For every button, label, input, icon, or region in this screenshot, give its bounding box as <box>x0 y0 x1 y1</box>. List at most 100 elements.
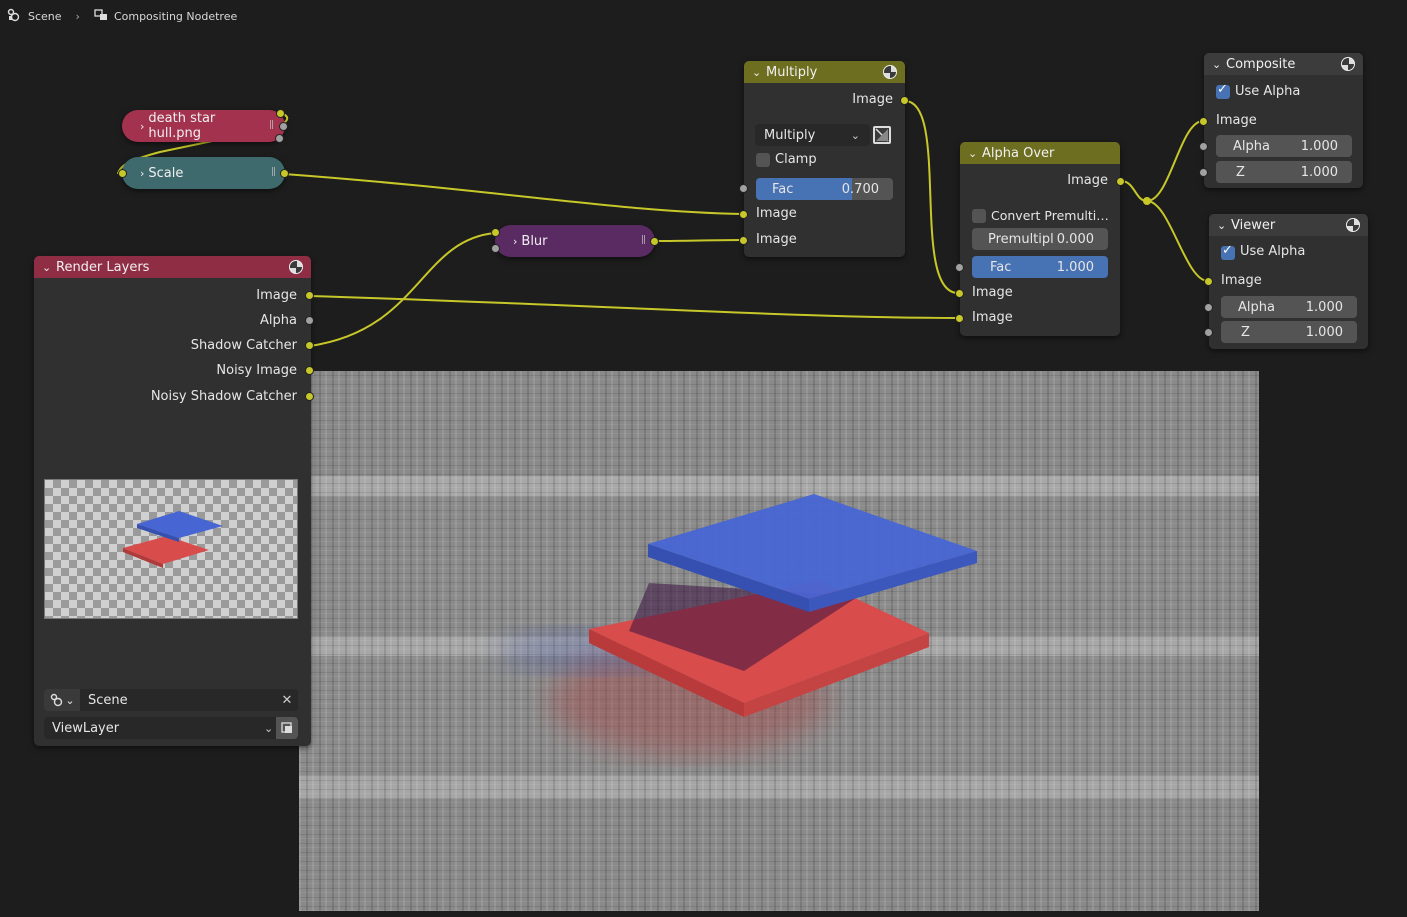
composite-z-socket[interactable] <box>1199 168 1208 177</box>
scale-output-socket[interactable] <box>280 169 289 178</box>
scene-icon[interactable]: ⌄ <box>44 689 80 711</box>
blur-image-input-socket[interactable] <box>491 228 500 237</box>
multiply-title: Multiply <box>766 64 818 80</box>
composite-alpha-field[interactable]: Alpha 1.000 <box>1216 135 1352 157</box>
image-node[interactable]: › death star hull.png || <box>122 110 285 142</box>
composite-alpha-value: 1.000 <box>1300 138 1338 154</box>
viewer-header[interactable]: ⌄ Viewer <box>1209 214 1368 236</box>
view-layer-selector[interactable]: ViewLayer ⌄ <box>44 717 298 739</box>
preview-icon[interactable] <box>1341 57 1355 71</box>
blur-node[interactable]: › Blur || <box>495 225 655 257</box>
chevron-right-icon[interactable]: › <box>513 235 517 248</box>
blur-size-input-socket[interactable] <box>491 244 500 253</box>
scene-name[interactable]: Scene <box>80 693 276 708</box>
viewer-title: Viewer <box>1231 217 1276 233</box>
multiply-output-socket[interactable] <box>900 96 909 105</box>
composite-use-alpha-checkbox[interactable] <box>1216 82 1230 99</box>
viewer-use-alpha-checkbox[interactable] <box>1221 243 1235 260</box>
chevron-down-icon[interactable]: ⌄ <box>42 261 56 274</box>
chevron-down-icon[interactable]: ⌄ <box>1212 58 1226 71</box>
preview-icon[interactable] <box>289 260 303 274</box>
chevron-right-icon[interactable]: › <box>140 167 144 180</box>
multiply-header[interactable]: ⌄ Multiply <box>744 61 905 83</box>
scene-icon <box>6 8 22 25</box>
scale-node[interactable]: › Scale || <box>122 157 285 189</box>
viewer-alpha-socket[interactable] <box>1204 303 1213 312</box>
composite-image-socket[interactable] <box>1199 117 1208 126</box>
composite-node[interactable]: ⌄ Composite Use Alpha Image Alpha 1.000 … <box>1204 53 1363 188</box>
composite-alpha-socket[interactable] <box>1199 142 1208 151</box>
convert-premul-checkbox[interactable] <box>972 209 986 223</box>
chevron-right-icon[interactable]: › <box>140 120 144 133</box>
viewer-alpha-value: 1.000 <box>1305 299 1343 315</box>
premul-label: Premultipl <box>988 231 1054 247</box>
grip-icon: || <box>268 120 274 130</box>
alpha-over-input1-socket[interactable] <box>955 289 964 298</box>
rl-shadow-catcher-socket[interactable] <box>305 341 314 350</box>
multiply-fac-socket[interactable] <box>739 184 748 193</box>
composite-alpha-label: Alpha <box>1233 138 1270 154</box>
rl-alpha-socket[interactable] <box>305 316 314 325</box>
blur-output-socket[interactable] <box>650 237 659 246</box>
grip-icon: || <box>270 167 276 177</box>
blend-mode-dropdown[interactable]: Multiply ⌄ <box>755 124 870 146</box>
alpha-over-fac-socket[interactable] <box>955 263 964 272</box>
fac-slider[interactable]: Fac 0.700 <box>756 178 893 200</box>
backdrop-image <box>299 371 1259 911</box>
extra-output-socket[interactable] <box>275 134 284 143</box>
close-icon[interactable]: ✕ <box>276 693 298 708</box>
breadcrumb-scene[interactable]: Scene <box>28 10 62 23</box>
convert-premul-label: Convert Premulti… <box>991 208 1109 223</box>
premul-field[interactable]: Premultipl 0.000 <box>972 228 1108 250</box>
viewer-image-socket[interactable] <box>1204 277 1213 286</box>
scale-input-socket[interactable] <box>118 169 127 178</box>
chevron-down-icon: ⌄ <box>264 721 274 735</box>
alpha-over-fac-value: 1.000 <box>1056 259 1094 275</box>
alpha-over-output-socket[interactable] <box>1116 177 1125 186</box>
chevron-down-icon[interactable]: ⌄ <box>968 147 982 160</box>
render-layers-node[interactable]: ⌄ Render Layers Image Alpha Shadow Catch… <box>34 256 311 746</box>
image-output-socket[interactable] <box>276 109 285 118</box>
alpha-over-output-label: Image <box>1067 173 1108 188</box>
render-layers-header[interactable]: ⌄ Render Layers <box>34 256 311 278</box>
alpha-over-fac-label: Fac <box>990 259 1012 275</box>
output-noisy-shadow-catcher-label: Noisy Shadow Catcher <box>150 389 297 404</box>
scene-selector[interactable]: ⌄ Scene ✕ <box>44 689 298 711</box>
composite-input-label: Image <box>1216 113 1257 128</box>
viewer-alpha-label: Alpha <box>1238 299 1275 315</box>
preview-icon[interactable] <box>1346 218 1360 232</box>
rl-noisy-image-socket[interactable] <box>305 366 314 375</box>
rl-noisy-shadow-socket[interactable] <box>305 392 314 401</box>
viewer-node[interactable]: ⌄ Viewer Use Alpha Image Alpha 1.000 Z 1… <box>1209 214 1368 349</box>
multiply-node[interactable]: ⌄ Multiply Image Multiply ⌄ Clamp Fac 0.… <box>744 61 905 257</box>
viewer-z-field[interactable]: Z 1.000 <box>1221 321 1357 343</box>
output-noisy-image-label: Noisy Image <box>216 363 297 378</box>
composite-z-field[interactable]: Z 1.000 <box>1216 161 1352 183</box>
alpha-over-title: Alpha Over <box>982 145 1055 161</box>
scale-node-label: Scale <box>148 165 184 181</box>
composite-z-label: Z <box>1236 164 1245 180</box>
composite-header[interactable]: ⌄ Composite <box>1204 53 1363 75</box>
chevron-down-icon[interactable]: ⌄ <box>752 66 766 79</box>
view-layer-name[interactable]: ViewLayer <box>52 721 264 736</box>
blend-mode-value: Multiply <box>764 127 816 143</box>
viewer-z-socket[interactable] <box>1204 328 1213 337</box>
rl-image-socket[interactable] <box>305 291 314 300</box>
alpha-over-input2-socket[interactable] <box>955 314 964 323</box>
preview-icon[interactable] <box>883 65 897 79</box>
clamp-checkbox[interactable] <box>756 153 770 167</box>
alpha-over-node[interactable]: ⌄ Alpha Over Image Convert Premulti… Pre… <box>960 142 1120 336</box>
alpha-over-fac-slider[interactable]: Fac 1.000 <box>972 256 1108 278</box>
alpha-output-socket[interactable] <box>279 122 288 131</box>
render-layers-title: Render Layers <box>56 259 150 275</box>
use-alpha-icon[interactable] <box>873 126 891 144</box>
breadcrumb-nodetree[interactable]: Compositing Nodetree <box>114 10 237 23</box>
viewer-alpha-field[interactable]: Alpha 1.000 <box>1221 296 1357 318</box>
fac-value: 0.700 <box>841 181 879 197</box>
multiply-input1-socket[interactable] <box>739 210 748 219</box>
render-layer-icon[interactable] <box>276 717 298 739</box>
composite-title: Composite <box>1226 56 1296 72</box>
alpha-over-header[interactable]: ⌄ Alpha Over <box>960 142 1120 164</box>
multiply-input2-socket[interactable] <box>739 236 748 245</box>
chevron-down-icon[interactable]: ⌄ <box>1217 219 1231 232</box>
